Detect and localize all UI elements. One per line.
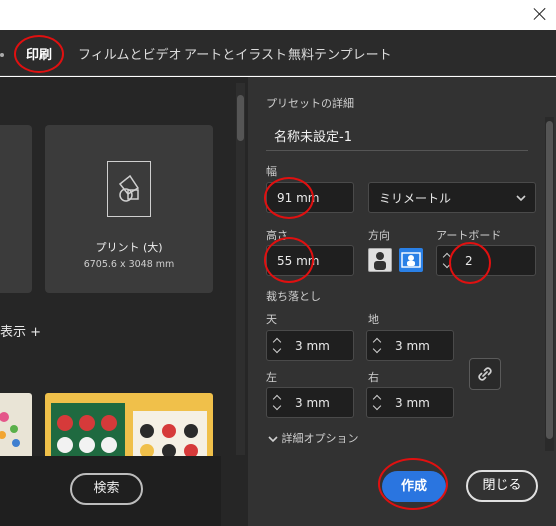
bleed-top-field[interactable]: 3 mm [266, 330, 354, 361]
tab-art-illustration[interactable]: アートとイラスト [184, 44, 287, 63]
document-name-input[interactable]: 名称未設定-1 [274, 126, 352, 145]
preset-details-panel: プリセットの詳細 名称未設定-1 幅 91 mm ミリメートル 高さ 55 mm… [248, 77, 556, 526]
document-name-underline [266, 150, 528, 151]
show-all-link[interactable]: 表示 + [0, 321, 41, 340]
template-thumbnail-business-card[interactable] [45, 393, 213, 463]
artboard-field[interactable]: 2 [436, 245, 536, 276]
preset-card-title: プリント (大) [95, 241, 163, 254]
width-field[interactable]: 91 mm [266, 182, 354, 213]
width-label: 幅 [266, 165, 277, 178]
bleed-bottom-value: 3 mm [395, 338, 430, 353]
bleed-right-value: 3 mm [395, 395, 430, 410]
bleed-left-stepper-icon[interactable] [272, 394, 283, 412]
bleed-bottom-field[interactable]: 3 mm [366, 330, 454, 361]
height-value: 55 mm [277, 253, 320, 268]
artboard-stepper-icon[interactable] [442, 252, 453, 270]
tab-overflow-indicator [0, 53, 4, 57]
search-button[interactable]: 検索 [70, 473, 143, 505]
document-shapes-icon [107, 161, 151, 217]
category-tab-bar: 印刷 フィルムとビデオ アートとイラスト 無料テンプレート [0, 30, 556, 76]
bleed-left-field[interactable]: 3 mm [266, 387, 354, 418]
artboard-label: アートボード [436, 229, 502, 242]
landscape-orientation-button[interactable] [399, 248, 423, 272]
bleed-left-label: 左 [266, 371, 277, 384]
bleed-top-stepper-icon[interactable] [272, 337, 283, 355]
bleed-right-field[interactable]: 3 mm [366, 387, 454, 418]
portrait-orientation-button[interactable] [368, 248, 392, 272]
gallery-scrollbar-thumb[interactable] [237, 95, 244, 141]
preset-card-size: 6705.6 x 3048 mm [83, 259, 175, 270]
details-scrollbar-thumb[interactable] [546, 121, 553, 439]
link-bleed-button[interactable] [469, 358, 501, 390]
close-button[interactable]: 閉じる [466, 470, 538, 502]
gallery-scrollbar[interactable] [236, 83, 245, 455]
tab-film-video[interactable]: フィルムとビデオ [78, 44, 181, 63]
link-icon [478, 367, 492, 381]
advanced-options-toggle[interactable]: 詳細オプション [268, 430, 359, 446]
person-landscape-icon [401, 252, 421, 268]
unit-dropdown[interactable]: ミリメートル [368, 182, 536, 213]
person-portrait-icon [374, 252, 386, 270]
chevron-down-icon [268, 436, 278, 443]
bleed-bottom-stepper-icon[interactable] [372, 337, 383, 355]
template-thumbnail-partial[interactable] [0, 393, 32, 463]
bleed-top-value: 3 mm [295, 338, 330, 353]
search-bar: 検索 [0, 456, 221, 526]
advanced-options-label: 詳細オプション [281, 432, 359, 445]
bleed-right-label: 右 [368, 371, 379, 384]
height-field[interactable]: 55 mm [266, 245, 354, 276]
unit-value: ミリメートル [379, 191, 452, 205]
title-bar [0, 0, 556, 30]
width-value: 91 mm [277, 190, 320, 205]
preset-gallery-panel: プリント (大) 6705.6 x 3048 mm 表示 + 検索 [0, 77, 248, 526]
orientation-label: 方向 [368, 229, 390, 242]
chevron-down-icon [516, 195, 526, 202]
close-icon[interactable] [532, 6, 548, 22]
bleed-top-label: 天 [266, 313, 277, 326]
create-button[interactable]: 作成 [382, 471, 446, 502]
tab-free-templates[interactable]: 無料テンプレート [288, 44, 392, 63]
bleed-bottom-label: 地 [368, 313, 379, 326]
bleed-label: 裁ち落とし [266, 290, 321, 303]
height-label: 高さ [266, 229, 288, 242]
bleed-right-stepper-icon[interactable] [372, 394, 383, 412]
preset-card-print-large[interactable]: プリント (大) 6705.6 x 3048 mm [45, 125, 213, 293]
preset-details-heading: プリセットの詳細 [266, 97, 354, 110]
bleed-left-value: 3 mm [295, 395, 330, 410]
details-scrollbar[interactable] [545, 117, 554, 451]
preset-card-partial[interactable] [0, 125, 32, 293]
tab-print[interactable]: 印刷 [26, 44, 52, 63]
artboard-value: 2 [465, 253, 473, 268]
